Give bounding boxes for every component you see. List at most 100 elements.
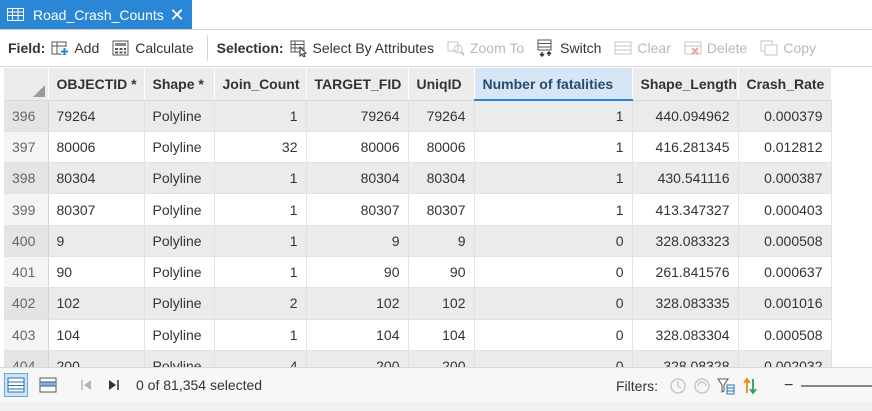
zoom-to-button[interactable]: Zoom To bbox=[447, 39, 524, 57]
cell-uniqid[interactable]: 80307 bbox=[408, 193, 475, 226]
cell-uniqid[interactable]: 102 bbox=[408, 287, 475, 320]
cell-shape[interactable]: Polyline bbox=[144, 256, 215, 289]
cell-target-fid[interactable]: 200 bbox=[306, 350, 409, 367]
cell-join-count[interactable]: 1 bbox=[214, 256, 307, 289]
range-filter-button[interactable] bbox=[690, 374, 714, 398]
cell-target-fid[interactable]: 104 bbox=[306, 319, 409, 351]
cell-crash-rate[interactable]: 0.000387 bbox=[738, 162, 832, 195]
delete-button[interactable]: Delete bbox=[684, 39, 747, 57]
row-number[interactable]: 401 bbox=[4, 256, 49, 289]
cell-shape-length[interactable]: 413.347327 bbox=[632, 193, 739, 226]
cell-target-fid[interactable]: 79264 bbox=[306, 100, 409, 132]
cell-shape[interactable]: Polyline bbox=[144, 162, 215, 195]
zoom-out-icon[interactable]: − bbox=[784, 377, 793, 395]
tab-road-crash-counts[interactable]: Road_Crash_Counts ✕ bbox=[0, 0, 192, 29]
cell-objectid[interactable]: 80304 bbox=[48, 162, 145, 195]
cell-crash-rate[interactable]: 0.001016 bbox=[738, 287, 832, 320]
row-number[interactable]: 403 bbox=[4, 319, 49, 351]
cell-crash-rate[interactable]: 0.012812 bbox=[738, 131, 832, 164]
cell-join-count[interactable]: 1 bbox=[214, 319, 307, 351]
cell-crash-rate[interactable]: 0.000508 bbox=[738, 319, 832, 351]
cell-shape[interactable]: Polyline bbox=[144, 131, 215, 164]
cell-join-count[interactable]: 2 bbox=[214, 287, 307, 320]
row-number[interactable]: 402 bbox=[4, 287, 49, 320]
cell-number-of-fatalities[interactable]: 1 bbox=[474, 193, 633, 226]
show-all-records-button[interactable] bbox=[4, 373, 28, 397]
column-header-join-count[interactable]: Join_Count bbox=[214, 68, 307, 101]
switch-selection-button[interactable]: Switch bbox=[537, 39, 601, 58]
cell-shape[interactable]: Polyline bbox=[144, 287, 215, 320]
cell-target-fid[interactable]: 80304 bbox=[306, 162, 409, 195]
table-row[interactable]: 398 80304 Polyline 1 80304 80304 1 430.541116 0.… bbox=[4, 162, 832, 195]
row-number[interactable]: 399 bbox=[4, 193, 49, 226]
cell-join-count[interactable]: 1 bbox=[214, 162, 307, 195]
cell-crash-rate[interactable]: 0.000403 bbox=[738, 193, 832, 226]
row-number[interactable]: 404 bbox=[4, 350, 49, 367]
cell-number-of-fatalities[interactable]: 0 bbox=[474, 350, 633, 367]
cell-shape[interactable]: Polyline bbox=[144, 350, 215, 367]
cell-uniqid[interactable]: 79264 bbox=[408, 100, 475, 132]
column-header-shape-length[interactable]: Shape_Length bbox=[632, 68, 739, 101]
cell-shape[interactable]: Polyline bbox=[144, 100, 215, 132]
add-field-button[interactable]: Add bbox=[51, 39, 99, 57]
close-icon[interactable]: ✕ bbox=[168, 6, 186, 24]
row-number[interactable]: 400 bbox=[4, 225, 49, 257]
table-row[interactable]: 404 200 Polyline 4 200 200 0 328.08328 0.002032 bbox=[4, 350, 832, 367]
cell-objectid[interactable]: 200 bbox=[48, 350, 145, 367]
cell-join-count[interactable]: 1 bbox=[214, 193, 307, 226]
cell-number-of-fatalities[interactable]: 1 bbox=[474, 100, 633, 132]
column-header-uniqid[interactable]: UniqID bbox=[408, 68, 475, 101]
cell-uniqid[interactable]: 90 bbox=[408, 256, 475, 289]
cell-number-of-fatalities[interactable]: 0 bbox=[474, 319, 633, 351]
table-row[interactable]: 401 90 Polyline 1 90 90 0 261.841576 0.000637 bbox=[4, 256, 832, 289]
cell-crash-rate[interactable]: 0.000637 bbox=[738, 256, 832, 289]
cell-join-count[interactable]: 4 bbox=[214, 350, 307, 367]
cell-shape-length[interactable]: 328.083304 bbox=[632, 319, 739, 351]
cell-objectid[interactable]: 90 bbox=[48, 256, 145, 289]
cell-join-count[interactable]: 1 bbox=[214, 225, 307, 257]
table-row[interactable]: 399 80307 Polyline 1 80307 80307 1 413.347327 0.… bbox=[4, 193, 832, 226]
cell-shape-length[interactable]: 328.083335 bbox=[632, 287, 739, 320]
cell-number-of-fatalities[interactable]: 0 bbox=[474, 256, 633, 289]
cell-objectid[interactable]: 80006 bbox=[48, 131, 145, 164]
cell-number-of-fatalities[interactable]: 1 bbox=[474, 131, 633, 164]
cell-join-count[interactable]: 1 bbox=[214, 100, 307, 132]
cell-target-fid[interactable]: 102 bbox=[306, 287, 409, 320]
column-header-number-of-fatalities[interactable]: Number of fatalities bbox=[474, 68, 633, 101]
cell-uniqid[interactable]: 80304 bbox=[408, 162, 475, 195]
cell-target-fid[interactable]: 80307 bbox=[306, 193, 409, 226]
cell-crash-rate[interactable]: 0.000508 bbox=[738, 225, 832, 257]
cell-objectid[interactable]: 104 bbox=[48, 319, 145, 351]
copy-button[interactable]: Copy bbox=[760, 39, 816, 57]
show-selected-records-button[interactable] bbox=[36, 373, 60, 397]
table-row[interactable]: 400 9 Polyline 1 9 9 0 328.083323 0.000508 bbox=[4, 225, 832, 257]
cell-objectid[interactable]: 9 bbox=[48, 225, 145, 257]
extent-filter-button[interactable] bbox=[714, 374, 738, 398]
row-number[interactable]: 398 bbox=[4, 162, 49, 195]
calculate-field-button[interactable]: Calculate bbox=[112, 39, 194, 57]
cell-join-count[interactable]: 32 bbox=[214, 131, 307, 164]
cell-shape-length[interactable]: 328.083323 bbox=[632, 225, 739, 257]
cell-number-of-fatalities[interactable]: 1 bbox=[474, 162, 633, 195]
cell-uniqid[interactable]: 104 bbox=[408, 319, 475, 351]
cell-objectid[interactable]: 79264 bbox=[48, 100, 145, 132]
cell-number-of-fatalities[interactable]: 0 bbox=[474, 225, 633, 257]
column-header-objectid[interactable]: OBJECTID * bbox=[48, 68, 145, 101]
sort-toggle-button[interactable] bbox=[738, 374, 762, 398]
cell-shape-length[interactable]: 416.281345 bbox=[632, 131, 739, 164]
table-row[interactable]: 403 104 Polyline 1 104 104 0 328.083304 0.000508 bbox=[4, 319, 832, 351]
last-record-button[interactable] bbox=[102, 373, 126, 397]
cell-number-of-fatalities[interactable]: 0 bbox=[474, 287, 633, 320]
cell-objectid[interactable]: 80307 bbox=[48, 193, 145, 226]
cell-shape-length[interactable]: 328.08328 bbox=[632, 350, 739, 367]
column-header-crash-rate[interactable]: Crash_Rate bbox=[738, 68, 832, 101]
cell-target-fid[interactable]: 90 bbox=[306, 256, 409, 289]
select-all-corner[interactable] bbox=[4, 68, 49, 101]
zoom-slider[interactable] bbox=[801, 379, 872, 393]
cell-shape-length[interactable]: 261.841576 bbox=[632, 256, 739, 289]
table-row[interactable]: 396 79264 Polyline 1 79264 79264 1 440.094962 0.… bbox=[4, 100, 832, 132]
clear-selection-button[interactable]: Clear bbox=[614, 39, 671, 57]
cell-crash-rate[interactable]: 0.002032 bbox=[738, 350, 832, 367]
cell-shape-length[interactable]: 440.094962 bbox=[632, 100, 739, 132]
cell-objectid[interactable]: 102 bbox=[48, 287, 145, 320]
